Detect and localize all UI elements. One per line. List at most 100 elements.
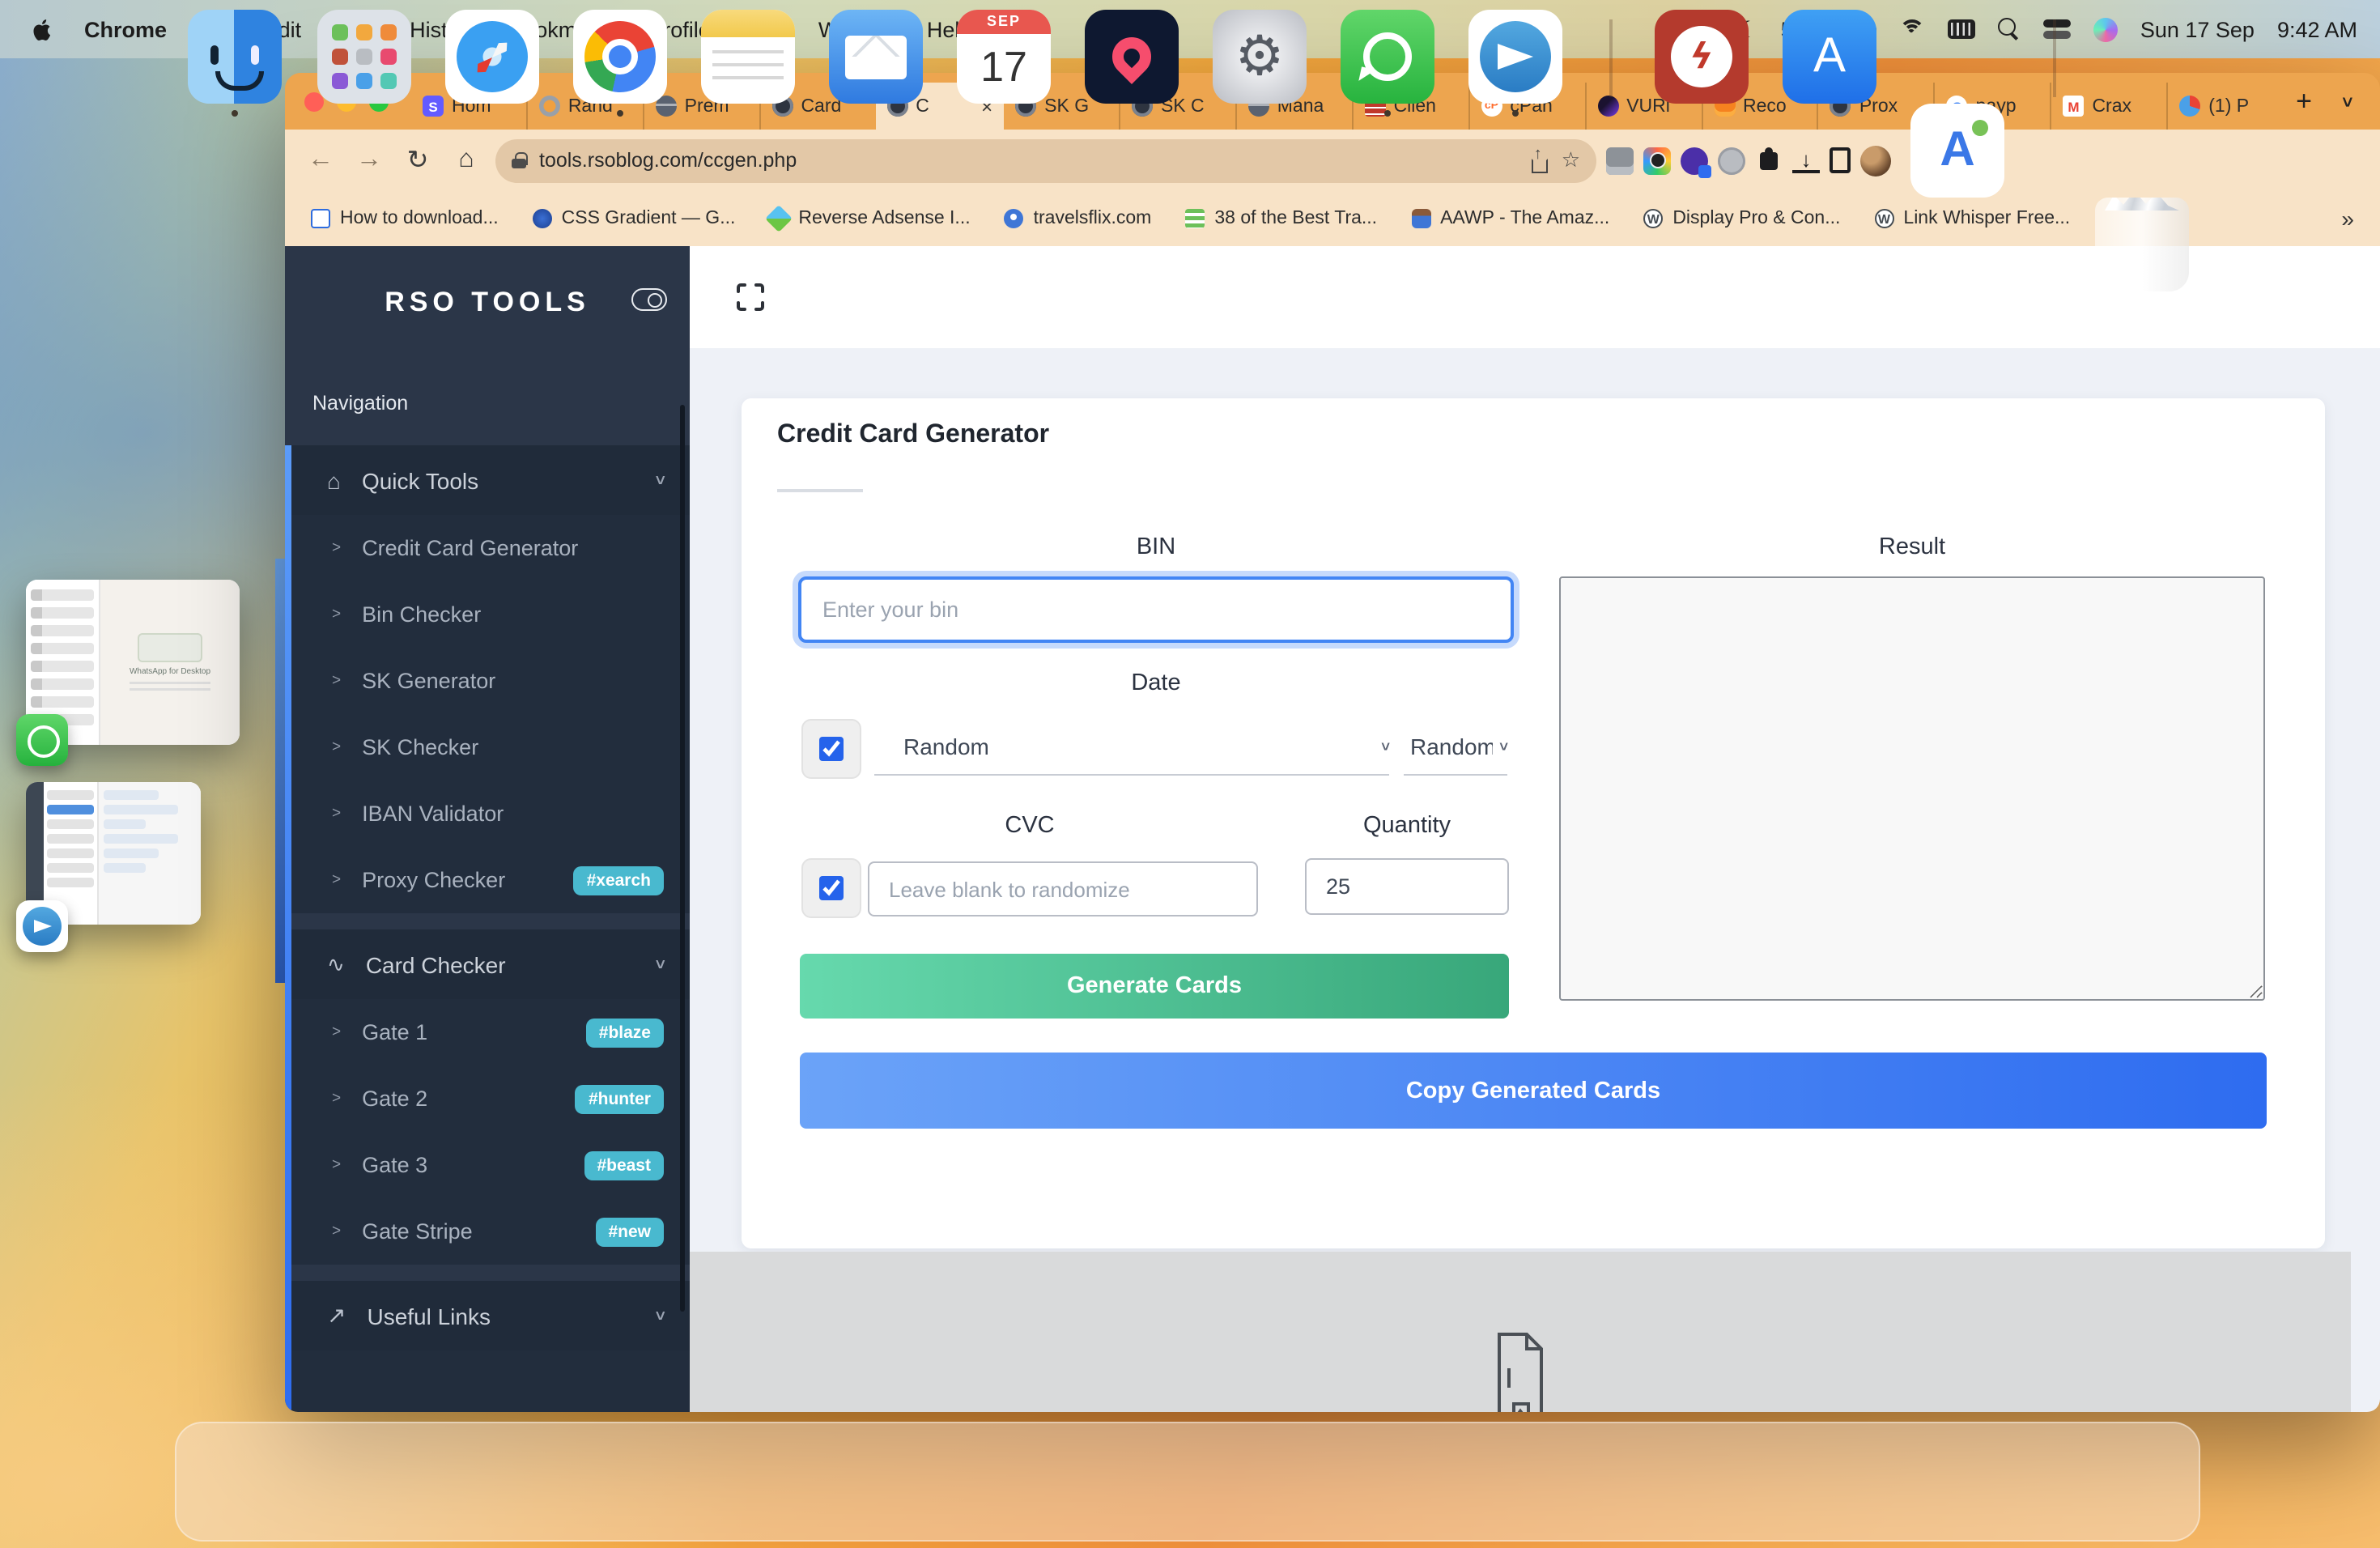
tab-search-chevron[interactable]: >: [2325, 91, 2367, 111]
bookmark-item[interactable]: travelsflix.com: [1005, 209, 1152, 228]
dock-system-settings-icon[interactable]: ⚙: [1213, 10, 1307, 104]
checkbox-input[interactable]: [819, 876, 844, 900]
dock-xsplit-icon[interactable]: ϟ: [1655, 10, 1749, 104]
tab-notification[interactable]: (1) P: [2166, 83, 2283, 130]
checkbox-input[interactable]: [819, 737, 844, 761]
chevron-down-icon: >: [1495, 742, 1511, 751]
control-center-icon[interactable]: [2043, 19, 2071, 39]
dock-finder-icon[interactable]: [188, 10, 282, 104]
sidebar-item-proxy-checker[interactable]: >Proxy Checker#xearch: [285, 847, 690, 913]
sidebar-scrollbar[interactable]: [679, 405, 685, 1312]
back-button[interactable]: ←: [301, 146, 340, 175]
quantity-label: Quantity: [1305, 813, 1509, 839]
wordpress-icon: W: [1874, 209, 1893, 228]
bookmark-item[interactable]: 38 of the Best Tra...: [1185, 209, 1377, 228]
dock-calendar-icon[interactable]: SEP 17: [957, 10, 1051, 104]
copy-generated-cards-button[interactable]: Copy Generated Cards: [800, 1053, 2267, 1129]
sidebar-group-quick-tools[interactable]: ⌂ Quick Tools >: [285, 445, 690, 515]
forward-button[interactable]: →: [350, 146, 389, 175]
bookmarks-overflow-chevron[interactable]: »: [2341, 206, 2354, 232]
web-extension-icon[interactable]: [1718, 147, 1745, 174]
home-button[interactable]: ⌂: [447, 146, 486, 175]
bookmark-star-icon[interactable]: ☆: [1562, 147, 1580, 173]
spotlight-search-icon[interactable]: [1998, 18, 2021, 40]
sidebar-item-sk-checker[interactable]: >SK Checker: [285, 714, 690, 780]
extensions-puzzle-icon[interactable]: [1755, 147, 1783, 174]
clipboard-extension-icon[interactable]: [1606, 147, 1634, 174]
dock-raycast-icon[interactable]: [1085, 10, 1179, 104]
bookmark-item[interactable]: AAWP - The Amaz...: [1411, 209, 1609, 228]
sidebar-toggle-icon[interactable]: [631, 288, 667, 311]
fullscreen-icon[interactable]: [737, 283, 764, 311]
bookmark-item[interactable]: How to download...: [311, 209, 499, 228]
bookmark-item[interactable]: WLink Whisper Free...: [1874, 209, 2070, 228]
cvc-random-checkbox[interactable]: [801, 858, 861, 918]
siri-icon[interactable]: [2093, 17, 2118, 41]
dock-divider: [1609, 19, 1612, 97]
year-select[interactable]: Random >: [1404, 719, 1507, 776]
dock-chrome-icon[interactable]: [573, 10, 667, 104]
dock-whatsapp-icon[interactable]: [1341, 10, 1434, 104]
dock-android-studio-icon[interactable]: A: [1910, 104, 2004, 198]
dock-telegram-icon[interactable]: [1468, 10, 1562, 104]
dock-safari-icon[interactable]: [445, 10, 539, 104]
bin-input[interactable]: [798, 576, 1514, 643]
reload-button[interactable]: ↻: [398, 144, 437, 176]
dock-mail-icon[interactable]: [829, 10, 923, 104]
pulse-icon: ∿: [327, 951, 345, 977]
result-textarea[interactable]: [1559, 576, 2265, 1001]
dock-trash-icon[interactable]: [2095, 198, 2189, 291]
wifi-icon[interactable]: [1899, 19, 1925, 39]
bookmark-item[interactable]: Reverse Adsense I...: [769, 209, 970, 228]
sidebar-item-gate-2[interactable]: >Gate 2#hunter: [285, 1065, 690, 1132]
sidebar-header: RSO TOOLS: [285, 246, 690, 359]
running-indicator-telegram: [1512, 110, 1519, 117]
whatsapp-app-badge-icon[interactable]: [16, 714, 68, 766]
reading-mode-icon[interactable]: [1830, 147, 1851, 173]
sidebar-item-gate-1[interactable]: >Gate 1#blaze: [285, 999, 690, 1065]
sidebar-group-card-checker[interactable]: ∿ Card Checker >: [285, 929, 690, 999]
home-icon: ⌂: [327, 467, 341, 493]
menu-time[interactable]: 9:42 AM: [2277, 17, 2357, 41]
share-icon[interactable]: [1529, 150, 1549, 171]
chrome-window: SHom Rand Prem Card C× SK G SK C Mana Cl…: [285, 73, 2380, 1412]
menu-date[interactable]: Sun 17 Sep: [2140, 17, 2255, 41]
keyboard-switcher-icon[interactable]: [1948, 19, 1975, 39]
camera-extension-icon[interactable]: [1643, 147, 1671, 174]
sidebar-divider: [285, 913, 690, 929]
list-bookmark-icon: [1185, 209, 1205, 228]
bookmarks-bar: How to download... CSS Gradient — G... R…: [285, 191, 2380, 246]
bookmark-item[interactable]: WDisplay Pro & Con...: [1643, 209, 1840, 228]
dock-app-store-icon[interactable]: A: [1783, 10, 1876, 104]
cvc-input[interactable]: [868, 861, 1258, 916]
profile-avatar[interactable]: [1860, 145, 1891, 176]
bookmark-item[interactable]: CSS Gradient — G...: [533, 209, 736, 228]
menu-app-name[interactable]: Chrome: [84, 17, 167, 41]
sidebar-item-credit-card-generator[interactable]: >Credit Card Generator: [285, 515, 690, 581]
sidebar-item-bin-checker[interactable]: >Bin Checker: [285, 581, 690, 648]
sidebar-group-useful-links[interactable]: ↗ Useful Links >: [285, 1281, 690, 1350]
dock: [175, 1422, 2200, 1542]
address-bar[interactable]: tools.rsoblog.com/ccgen.php ☆: [495, 138, 1596, 182]
date-random-checkbox[interactable]: [801, 719, 861, 779]
month-select[interactable]: Random >: [874, 719, 1389, 776]
sidebar-item-gate-stripe[interactable]: >Gate Stripe#new: [285, 1198, 690, 1265]
apple-menu-icon[interactable]: [32, 17, 53, 41]
chevron-right-icon: >: [332, 871, 341, 889]
url-text[interactable]: tools.rsoblog.com/ccgen.php: [539, 149, 1516, 172]
gradient-bookmark-icon: [533, 209, 552, 228]
dock-notes-icon[interactable]: [701, 10, 795, 104]
x-extension-icon[interactable]: [1681, 147, 1708, 174]
sidebar-item-gate-3[interactable]: >Gate 3#beast: [285, 1132, 690, 1198]
dot-favicon: [2179, 96, 2200, 117]
generate-cards-button[interactable]: Generate Cards: [800, 954, 1509, 1019]
quantity-input[interactable]: [1305, 858, 1509, 915]
new-tab-button[interactable]: +: [2283, 85, 2325, 117]
tab-crax[interactable]: MCrax: [2050, 83, 2166, 130]
sidebar-item-iban-validator[interactable]: >IBAN Validator: [285, 780, 690, 847]
downloads-icon[interactable]: ↓: [1792, 148, 1820, 172]
dock-launchpad-icon[interactable]: [317, 10, 411, 104]
sidebar-item-sk-generator[interactable]: >SK Generator: [285, 648, 690, 714]
external-link-icon: ↗: [327, 1302, 346, 1329]
telegram-app-badge-icon[interactable]: [16, 900, 68, 952]
